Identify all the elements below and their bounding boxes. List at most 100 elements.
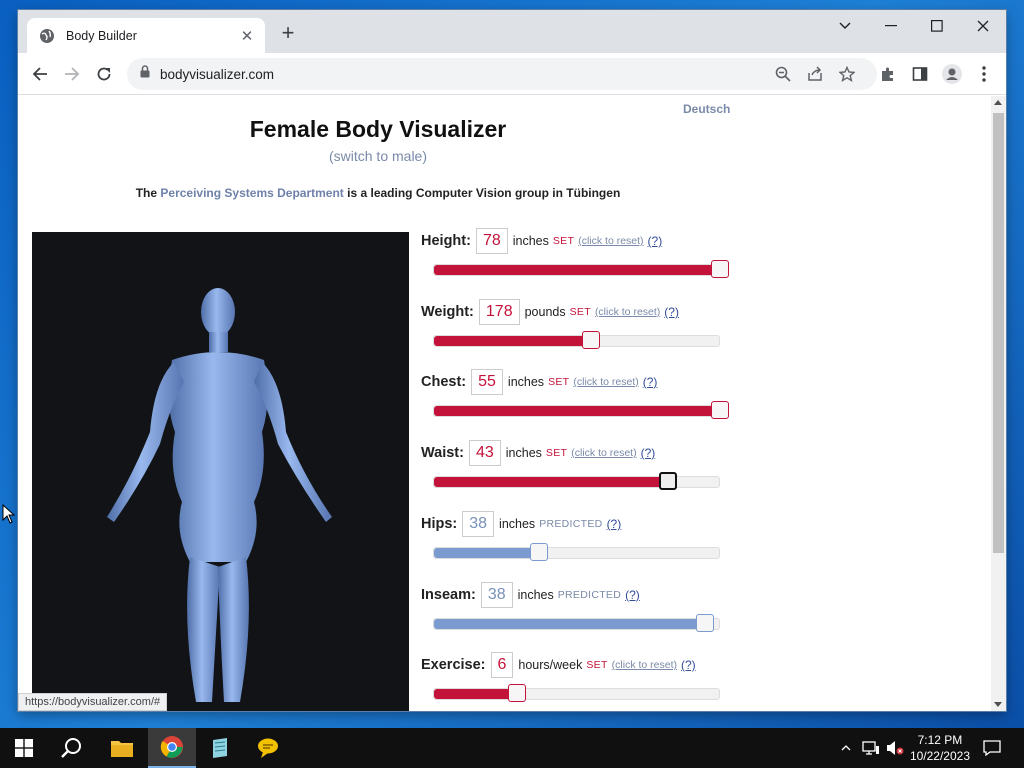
tab-body-builder[interactable]: Body Builder ✕	[27, 18, 265, 53]
measurement-label: Weight:	[421, 304, 474, 320]
slider-handle[interactable]	[582, 331, 600, 349]
measurement-unit: pounds	[524, 305, 566, 319]
bookmark-star-icon[interactable]	[839, 66, 855, 82]
slider-handle[interactable]	[508, 684, 526, 702]
slider-handle[interactable]	[711, 401, 729, 419]
measurement-slider[interactable]	[433, 614, 720, 632]
new-tab-button[interactable]: +	[276, 22, 300, 44]
scrollbar-thumb[interactable]	[993, 113, 1004, 553]
status-predicted-label: PREDICTED	[539, 518, 603, 530]
browser-toolbar: bodyvisualizer.com	[18, 53, 1006, 95]
scroll-up-icon[interactable]	[994, 100, 1002, 105]
measurement-slider[interactable]	[433, 260, 729, 278]
close-window-button[interactable]	[960, 10, 1006, 42]
url-text: bodyvisualizer.com	[160, 66, 275, 82]
messaging-taskbar-icon[interactable]	[244, 728, 292, 768]
mouse-cursor-icon	[2, 503, 16, 529]
measurement-value-input[interactable]: 78	[475, 228, 508, 254]
help-link[interactable]: (?)	[607, 517, 622, 531]
start-button[interactable]	[0, 728, 48, 768]
chrome-taskbar-icon[interactable]	[148, 728, 196, 768]
forward-button[interactable]	[61, 63, 83, 85]
measurement-row: Hips: 38 inches PREDICTED (?)	[421, 511, 741, 573]
tab-bar: Body Builder ✕ +	[18, 10, 1006, 53]
clock-time: 7:12 PM	[917, 733, 963, 747]
reset-link[interactable]: (click to reset)	[578, 235, 643, 247]
measurement-header: Weight: 178 pounds SET (click to reset) (?)	[421, 299, 679, 325]
help-link[interactable]: (?)	[648, 234, 663, 248]
slider-fill	[434, 406, 719, 416]
reset-link[interactable]: (click to reset)	[612, 659, 677, 671]
help-link[interactable]: (?)	[641, 446, 656, 460]
reset-link[interactable]: (click to reset)	[595, 306, 660, 318]
measurement-slider[interactable]	[433, 401, 729, 419]
profile-avatar-icon[interactable]	[942, 64, 962, 84]
slider-handle[interactable]	[530, 543, 548, 561]
measurement-value-input[interactable]: 55	[471, 369, 503, 395]
measurement-value-input[interactable]: 38	[462, 511, 495, 537]
side-panel-icon[interactable]	[910, 64, 930, 84]
department-link[interactable]: Perceiving Systems Department	[160, 186, 343, 200]
measurement-label: Chest:	[421, 374, 467, 390]
measurement-label: Waist:	[421, 445, 464, 461]
address-bar[interactable]: bodyvisualizer.com	[127, 58, 877, 90]
minimize-button[interactable]	[868, 10, 914, 42]
measurement-value-input[interactable]: 43	[468, 440, 501, 466]
notifications-icon[interactable]	[978, 728, 1006, 768]
help-link[interactable]: (?)	[625, 588, 640, 602]
menu-kebab-icon[interactable]	[974, 64, 994, 84]
zoom-icon[interactable]	[775, 66, 791, 82]
back-button[interactable]	[29, 63, 51, 85]
file-explorer-icon[interactable]	[98, 728, 146, 768]
extensions-icon[interactable]	[878, 64, 898, 84]
measurement-slider[interactable]	[433, 331, 720, 349]
reset-link[interactable]: (click to reset)	[571, 447, 636, 459]
measurement-value-input[interactable]: 6	[490, 652, 514, 678]
measurement-slider[interactable]	[433, 684, 720, 702]
body-model-viewer[interactable]	[32, 232, 409, 711]
reload-button[interactable]	[93, 63, 115, 85]
measurement-unit: hours/week	[518, 658, 583, 672]
help-link[interactable]: (?)	[681, 658, 696, 672]
page-scrollbar[interactable]	[991, 96, 1006, 711]
slider-fill	[434, 689, 517, 699]
search-icon[interactable]	[48, 728, 96, 768]
status-bar-url: https://bodyvisualizer.com/#	[18, 693, 168, 711]
slider-handle[interactable]	[659, 472, 677, 490]
status-set-label: SET	[552, 235, 575, 247]
measurement-label: Hips:	[421, 516, 458, 532]
slider-handle[interactable]	[696, 614, 714, 632]
measurement-value-input[interactable]: 178	[478, 299, 520, 325]
tagline-prefix: The	[135, 186, 161, 200]
switch-gender-link[interactable]: (switch to male)	[18, 148, 738, 164]
volume-muted-icon[interactable]	[884, 728, 906, 768]
tab-search-icon[interactable]	[822, 10, 868, 42]
notepad-taskbar-icon[interactable]	[196, 728, 244, 768]
measurement-slider[interactable]	[433, 472, 720, 490]
measurement-unit: inches	[499, 517, 536, 531]
taskbar-clock[interactable]: 7:12 PM 10/22/2023	[910, 732, 970, 764]
status-set-label: SET	[569, 306, 591, 318]
slider-handle[interactable]	[711, 260, 729, 278]
status-set-label: SET	[548, 376, 570, 388]
measurement-row: Inseam: 38 inches PREDICTED (?)	[421, 582, 741, 644]
reset-link[interactable]: (click to reset)	[573, 376, 638, 388]
network-icon[interactable]	[860, 728, 882, 768]
measurement-header: Waist: 43 inches SET (click to reset) (?)	[421, 440, 655, 466]
scroll-down-icon[interactable]	[994, 702, 1002, 707]
maximize-button[interactable]	[914, 10, 960, 42]
tagline: The Perceiving Systems Department is a l…	[18, 186, 738, 200]
measurement-unit: inches	[505, 446, 542, 460]
language-link[interactable]: Deutsch	[683, 102, 730, 116]
share-icon[interactable]	[807, 66, 823, 82]
measurement-slider[interactable]	[433, 543, 720, 561]
slider-fill	[434, 265, 719, 275]
help-link[interactable]: (?)	[643, 375, 658, 389]
measurement-value-input[interactable]: 38	[480, 582, 513, 608]
tab-close-icon[interactable]: ✕	[239, 27, 255, 45]
tray-chevron-icon[interactable]	[836, 728, 856, 768]
slider-fill	[434, 619, 705, 629]
slider-fill	[434, 477, 668, 487]
status-set-label: SET	[545, 447, 568, 459]
help-link[interactable]: (?)	[664, 305, 679, 319]
